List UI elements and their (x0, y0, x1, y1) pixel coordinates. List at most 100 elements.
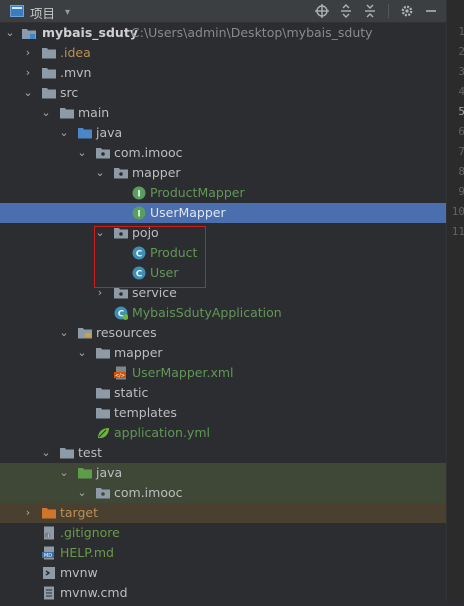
interface-icon: I (132, 206, 146, 220)
toolbar-divider (388, 4, 389, 18)
tree-item-user-mapper-xml[interactable]: </> UserMapper.xml (0, 363, 446, 383)
tree-item-resources[interactable]: ⌄ resources (0, 323, 446, 343)
tree-item-help-md[interactable]: MD HELP.md (0, 543, 446, 563)
tree-item-target[interactable]: › target (0, 503, 446, 523)
module-folder-icon (22, 26, 36, 40)
line-number: 8 (458, 165, 464, 178)
tree-item-gitignore[interactable]: .i .gitignore (0, 523, 446, 543)
tree-item-mvnw-cmd[interactable]: mvnw.cmd (0, 583, 446, 603)
package-icon (96, 146, 110, 160)
file-label: MybaisSdutyApplication (132, 305, 282, 320)
file-label: mvnw.cmd (60, 585, 128, 600)
tree-item-service[interactable]: › service (0, 283, 446, 303)
folder-label: target (60, 505, 99, 520)
tree-item-test-java[interactable]: ⌄ java (0, 463, 446, 483)
folder-icon (96, 386, 110, 400)
chevron-right-icon[interactable]: › (22, 43, 34, 63)
tree-item-application-yml[interactable]: application.yml (0, 423, 446, 443)
chevron-right-icon[interactable]: › (22, 503, 34, 523)
line-number: 4 (458, 85, 464, 98)
chevron-down-icon[interactable]: ⌄ (4, 23, 16, 43)
spring-boot-class-icon: C (114, 306, 129, 320)
folder-label: src (60, 85, 79, 100)
folder-label: .idea (60, 45, 91, 60)
tree-item-templates[interactable]: templates (0, 403, 446, 423)
svg-text:MD: MD (44, 553, 52, 559)
file-label: mvnw (60, 565, 98, 580)
chevron-down-icon[interactable]: ⌄ (40, 443, 52, 463)
project-toolbar: 项目 ▾ (0, 0, 446, 23)
interface-icon: I (132, 186, 146, 200)
folder-icon (42, 66, 56, 80)
tree-item-mvnw[interactable]: mvnw (0, 563, 446, 583)
xml-file-icon: </> (114, 366, 128, 380)
tree-item-package[interactable]: ⌄ com.imooc (0, 143, 446, 163)
folder-icon (42, 86, 56, 100)
project-view-title[interactable]: 项目 (30, 3, 55, 22)
tree-item-application-class[interactable]: C MybaisSdutyApplication (0, 303, 446, 323)
tree-item-mvn[interactable]: › .mvn (0, 63, 446, 83)
folder-icon (96, 406, 110, 420)
tree-item-product-mapper[interactable]: I ProductMapper (0, 183, 446, 203)
package-icon (114, 166, 128, 180)
shell-script-icon (42, 566, 56, 580)
chevron-down-icon[interactable]: ⌄ (40, 103, 52, 123)
file-label: UserMapper.xml (132, 365, 234, 380)
chevron-down-icon[interactable]: ⌄ (58, 323, 70, 343)
expand-all-icon[interactable] (337, 2, 355, 20)
line-number: 11 (451, 225, 464, 238)
file-label: UserMapper (150, 205, 226, 220)
tree-item-main[interactable]: ⌄ main (0, 103, 446, 123)
package-label: mapper (132, 165, 181, 180)
chevron-down-icon[interactable]: ⌄ (76, 483, 88, 503)
chevron-right-icon[interactable]: › (22, 63, 34, 83)
file-label: application.yml (114, 425, 210, 440)
line-number: 1 (458, 25, 464, 38)
highlight-box (94, 226, 206, 288)
tree-item-idea[interactable]: › .idea (0, 43, 446, 63)
text-file-icon (42, 586, 56, 600)
excluded-folder-icon (42, 506, 56, 520)
chevron-down-icon[interactable]: ⌄ (76, 343, 88, 363)
folder-icon (96, 346, 110, 360)
folder-label: test (78, 445, 103, 460)
locate-icon[interactable] (313, 2, 331, 20)
chevron-down-icon[interactable]: ⌄ (22, 83, 34, 103)
tree-item-static[interactable]: static (0, 383, 446, 403)
gear-icon[interactable] (398, 2, 416, 20)
tree-item-test[interactable]: ⌄ test (0, 443, 446, 463)
folder-icon (60, 106, 74, 120)
tree-item-product[interactable]: C Product (0, 243, 446, 263)
package-icon (96, 486, 110, 500)
line-number: 2 (458, 45, 464, 58)
chevron-down-icon[interactable]: ⌄ (58, 123, 70, 143)
tree-item-user-mapper[interactable]: I UserMapper (0, 203, 446, 223)
tree-item-user[interactable]: C User (0, 263, 446, 283)
tree-item-resources-mapper[interactable]: ⌄ mapper (0, 343, 446, 363)
minimize-icon[interactable] (422, 2, 440, 20)
svg-text:I: I (137, 190, 140, 200)
chevron-down-icon[interactable]: ⌄ (76, 143, 88, 163)
root-name: mybais_sduty (42, 25, 138, 40)
source-folder-icon (78, 126, 92, 140)
tree-item-root[interactable]: ⌄ mybais_sduty C:\Users\admin\Desktop\my… (0, 23, 446, 43)
package-label: com.imooc (114, 485, 183, 500)
markdown-file-icon: MD (42, 546, 56, 560)
tree-item-test-package[interactable]: ⌄ com.imooc (0, 483, 446, 503)
chevron-down-icon[interactable]: ⌄ (94, 163, 106, 183)
chevron-down-icon[interactable]: ⌄ (58, 463, 70, 483)
line-number: 5 (458, 105, 464, 118)
file-label: HELP.md (60, 545, 114, 560)
tree-item-java[interactable]: ⌄ java (0, 123, 446, 143)
chevron-down-icon[interactable]: ▾ (65, 7, 70, 18)
project-view-icon (10, 5, 24, 20)
collapse-all-icon[interactable] (361, 2, 379, 20)
line-number: 3 (458, 65, 464, 78)
tree-item-pojo[interactable]: ⌄ pojo (0, 223, 446, 243)
tree-item-mapper-package[interactable]: ⌄ mapper (0, 163, 446, 183)
project-tree: ⌄ mybais_sduty C:\Users\admin\Desktop\my… (0, 23, 446, 603)
folder-icon (60, 446, 74, 460)
test-source-folder-icon (78, 466, 92, 480)
tree-item-src[interactable]: ⌄ src (0, 83, 446, 103)
svg-text:.i: .i (46, 534, 49, 540)
